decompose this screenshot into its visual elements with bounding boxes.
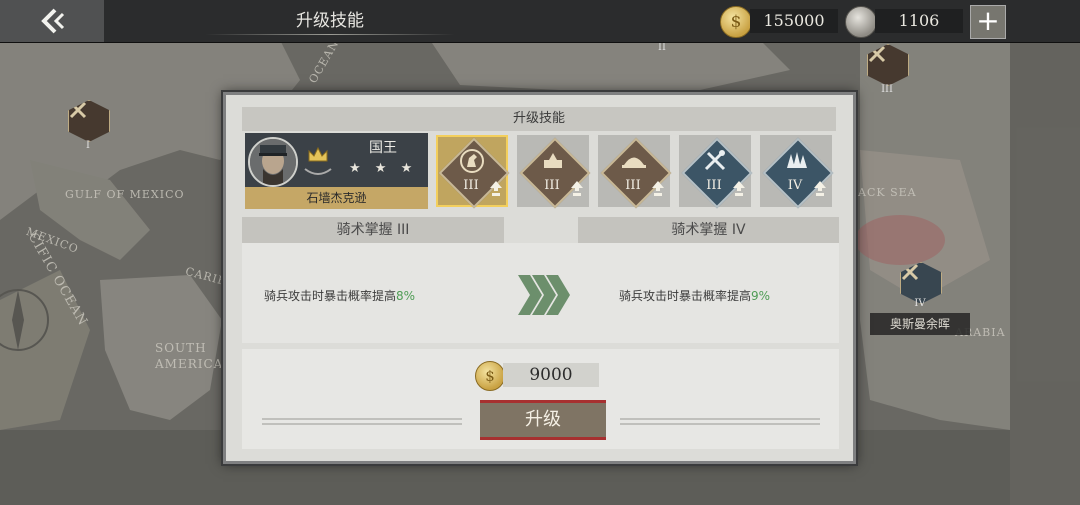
trees-icon [787, 152, 807, 168]
current-value: 8% [396, 289, 416, 303]
upgrade-skill-dialog: 升级技能 国王 ★ ★ ★ 石墙杰克逊 III III III III IV 骑… [223, 92, 856, 464]
skill-level: III [625, 178, 641, 193]
crown-icon [304, 146, 332, 175]
gold-coin-icon: $ [475, 361, 505, 391]
triple-chevron-right-icon [518, 275, 570, 315]
upgrade-arrow-icon [490, 181, 502, 196]
current-level-desc: 骑兵攻击时暴击概率提高8% [264, 287, 415, 304]
crossed-tools-icon [704, 150, 726, 171]
decorative-line [262, 418, 462, 425]
gold-amount: 155000 [750, 9, 838, 33]
general-portrait [248, 137, 298, 187]
general-card: 国王 ★ ★ ★ 石墙杰克逊 [245, 133, 428, 209]
add-currency-button[interactable]: + [970, 5, 1006, 39]
general-rank: 国王 [369, 140, 397, 156]
upgrade-arrow-icon [733, 181, 745, 196]
gold-coin-icon: $ [720, 6, 752, 38]
current-level-header: 骑术掌握 III [242, 217, 504, 243]
skill-slot-3[interactable]: III [598, 135, 672, 209]
silver-coin-icon [845, 6, 877, 38]
skill-level: III [706, 178, 722, 193]
upgrade-cost: $ 9000 [475, 361, 599, 391]
general-stars: ★ ★ ★ [349, 161, 418, 176]
skill-slot-2[interactable]: III [517, 135, 591, 209]
upgrade-button[interactable]: 升级 [480, 400, 606, 440]
gold-counter: $ 155000 [720, 6, 838, 38]
general-name: 石墙杰克逊 [245, 187, 428, 209]
double-chevron-left-icon [41, 8, 65, 34]
upgrade-arrow-icon [652, 181, 664, 196]
helmet-icon [622, 157, 646, 168]
top-bar: 升级技能 $ 155000 1106 + [0, 0, 1080, 43]
horse-icon [460, 149, 484, 173]
skill-level: IV [787, 178, 803, 193]
decorative-line [620, 418, 820, 425]
next-level-desc: 骑兵攻击时暴击概率提高9% [619, 287, 770, 304]
silver-amount: 1106 [875, 9, 963, 33]
tent-icon [544, 153, 562, 168]
current-desc-text: 骑兵攻击时暴击概率提高 [264, 289, 397, 303]
page-title: 升级技能 [296, 11, 364, 31]
next-level-header: 骑术掌握 IV [578, 217, 839, 243]
back-button[interactable] [0, 0, 104, 42]
next-value: 9% [751, 289, 771, 303]
skill-slot-5[interactable]: IV [760, 135, 834, 209]
title-underline [205, 34, 455, 35]
skill-slot-1[interactable]: III [436, 135, 510, 209]
next-desc-text: 骑兵攻击时暴击概率提高 [619, 289, 752, 303]
skill-level: III [463, 178, 479, 193]
upgrade-arrow-icon [814, 181, 826, 196]
silver-counter: 1106 [845, 6, 963, 38]
cost-amount: 9000 [503, 363, 599, 387]
upgrade-arrow-icon [571, 181, 583, 196]
dialog-title: 升级技能 [242, 107, 836, 131]
skill-level: III [544, 178, 560, 193]
skill-slot-4[interactable]: III [679, 135, 753, 209]
